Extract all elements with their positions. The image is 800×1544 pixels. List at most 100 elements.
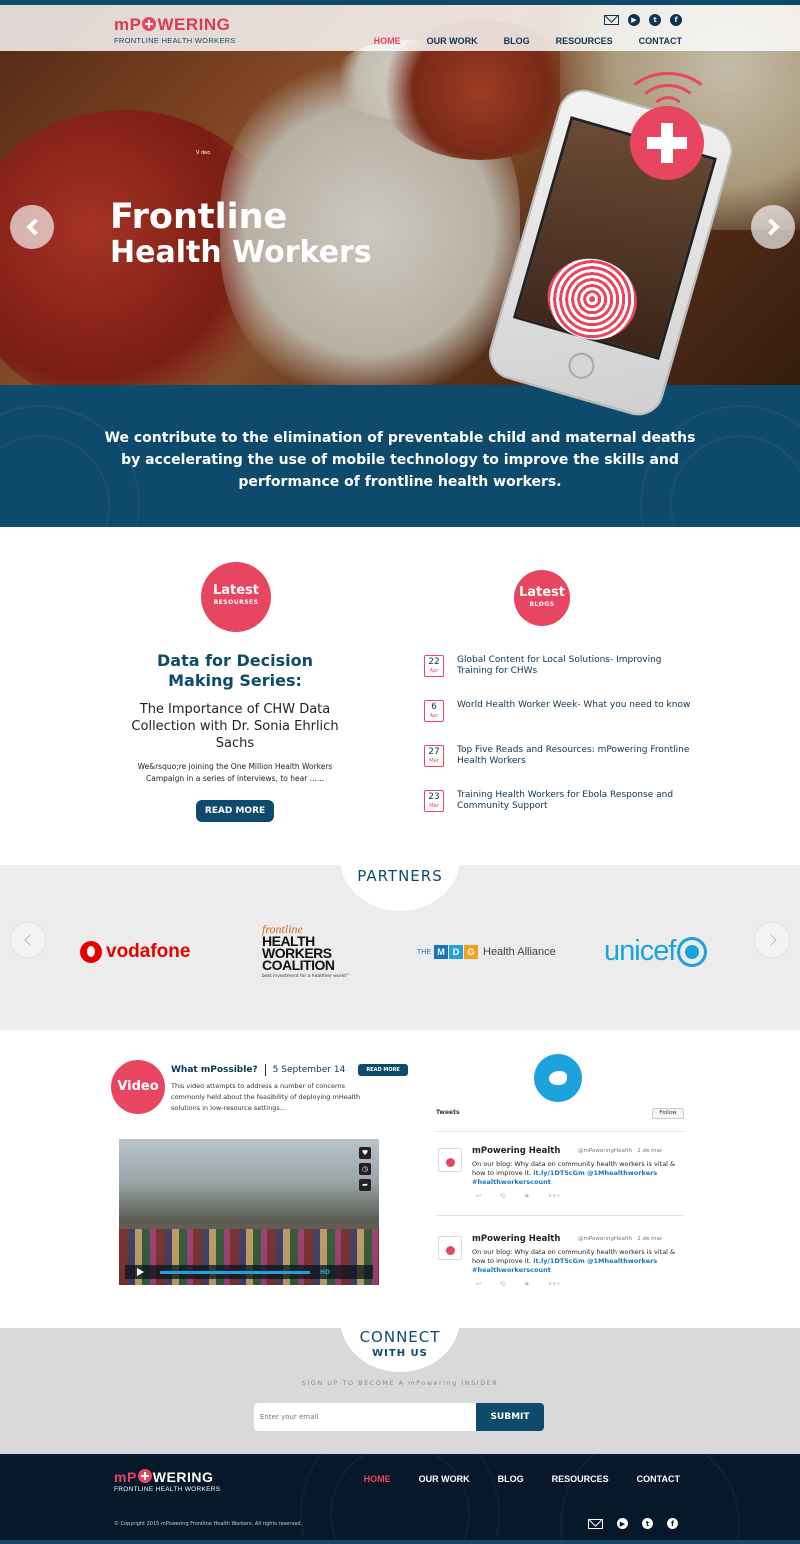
twitter-bird-icon [534, 1054, 582, 1102]
calendar-icon: 6 Apr [424, 700, 445, 723]
retweet-icon[interactable]: ⟲ [500, 1192, 506, 1200]
clock-icon[interactable]: ◷ [359, 1163, 371, 1175]
logo-text: WERING [152, 1469, 214, 1485]
blog-month: Apr [429, 668, 439, 674]
video-progress-bar[interactable] [160, 1270, 310, 1274]
footer-logo[interactable]: mP WERING FRONTLINE HEALTH WORKERS [114, 1469, 220, 1493]
retweet-icon[interactable]: ⟲ [500, 1280, 506, 1288]
health-plus-icon [630, 106, 704, 180]
footer-nav-home[interactable]: HOME [364, 1474, 391, 1484]
partners-section: PARTNERS vodafone frontline HEALTH WORKE… [0, 865, 800, 1030]
favorite-icon[interactable]: ★ [524, 1192, 530, 1200]
avatar[interactable] [438, 1236, 462, 1260]
heart-icon[interactable]: ♥ [359, 1147, 371, 1159]
more-icon[interactable]: ••• [548, 1192, 560, 1200]
resource-title[interactable]: Data for Decision Making Series: [130, 651, 340, 691]
read-more-button[interactable]: READ MORE [196, 800, 274, 822]
footer-nav-blog[interactable]: BLOG [498, 1474, 524, 1484]
resource-subtitle: The Importance of CHW Data Collection wi… [131, 702, 339, 751]
video-title[interactable]: What mPossible? [171, 1065, 258, 1075]
bottom-accent-bar [0, 1540, 800, 1544]
badge-title: Latest [518, 585, 566, 600]
calendar-icon: 27 Mar [424, 745, 445, 768]
video-read-more-button[interactable]: READ MORE [358, 1064, 408, 1076]
reply-icon[interactable]: ↩ [476, 1280, 482, 1288]
mdg-the: THE [417, 948, 431, 956]
chevron-left-icon [23, 934, 36, 946]
badge-title: Latest [212, 583, 260, 598]
submit-button[interactable]: SUBMIT [476, 1403, 544, 1431]
blog-item[interactable]: 6 Apr World Health Worker Week- What you … [424, 700, 694, 745]
email-field[interactable] [254, 1403, 476, 1431]
divider [264, 1064, 266, 1076]
blog-item[interactable]: 27 Mar Top Five Reads and Resources: mPow… [424, 745, 694, 790]
connect-section: CONNECT WITH US SIGN UP TO BECOME A mPow… [0, 1328, 800, 1454]
tweet-author[interactable]: mPowering Health [472, 1234, 560, 1244]
nav-resources[interactable]: RESOURCES [556, 36, 613, 46]
share-icon[interactable]: ➦ [359, 1179, 371, 1191]
avatar[interactable] [438, 1148, 462, 1172]
reply-icon[interactable]: ↩ [476, 1192, 482, 1200]
nav-contact[interactable]: CONTACT [639, 36, 682, 46]
tweet-author[interactable]: mPowering Health [472, 1146, 560, 1156]
blog-day: 22 [428, 657, 440, 667]
hero-title-line2: Health Workers [110, 235, 372, 270]
vodafone-logo[interactable]: vodafone [80, 941, 190, 963]
blog-title[interactable]: Top Five Reads and Resources: mPowering … [457, 745, 697, 767]
hero-caption: V deo [196, 150, 211, 156]
facebook-icon[interactable]: f [670, 14, 682, 26]
nav-home[interactable]: HOME [374, 36, 401, 46]
latest-blogs-badge: Latest BLOGS [514, 570, 570, 626]
blog-day: 6 [431, 702, 437, 712]
hero-title-line1: Frontline [110, 197, 288, 237]
more-icon[interactable]: ••• [548, 1280, 560, 1288]
hd-toggle[interactable]: HD [320, 1269, 330, 1276]
blog-title[interactable]: Training Health Workers for Ebola Respon… [457, 790, 697, 812]
globe-icon [677, 936, 708, 967]
video-description: This video attempts to address a number … [171, 1082, 361, 1112]
tweets-label: Tweets [436, 1109, 460, 1116]
youtube-icon[interactable]: ▶ [617, 1518, 628, 1529]
blog-day: 23 [428, 792, 440, 802]
mail-icon[interactable] [588, 1518, 603, 1529]
divider [436, 1131, 684, 1132]
blog-month: Apr [429, 713, 439, 719]
play-icon[interactable] [137, 1268, 144, 1276]
blog-item[interactable]: 23 Mar Training Health Workers for Ebola … [424, 790, 694, 835]
footer-nav-resources[interactable]: RESOURCES [552, 1474, 609, 1484]
nav-our-work[interactable]: OUR WORK [427, 36, 478, 46]
main-nav: HOME OUR WORK BLOG RESOURCES CONTACT [348, 36, 682, 46]
blog-item[interactable]: 22 Apr Global Content for Local Solutions… [424, 655, 694, 700]
twitter-icon[interactable]: t [649, 14, 661, 26]
calendar-icon: 23 Mar [424, 790, 445, 813]
blog-title[interactable]: Global Content for Local Solutions- Impr… [457, 655, 697, 677]
favorite-icon[interactable]: ★ [524, 1280, 530, 1288]
mdg-health-alliance-logo[interactable]: THE M D G Health Alliance [417, 945, 556, 959]
hwc-logo[interactable]: frontline HEALTH WORKERS COALITION best … [262, 923, 372, 979]
twitter-icon[interactable]: t [642, 1518, 653, 1529]
nav-blog[interactable]: BLOG [504, 36, 530, 46]
follow-button[interactable]: Follow [652, 1108, 684, 1119]
footer-nav-our-work[interactable]: OUR WORK [419, 1474, 470, 1484]
tweet-card: mPowering Health @mPoweringHealth · 2 de… [436, 1144, 684, 1214]
slider-prev-button[interactable] [10, 205, 54, 249]
unicef-logo[interactable]: unicef [604, 935, 708, 968]
logo-text: mP [114, 1469, 137, 1485]
mail-icon[interactable] [604, 15, 619, 25]
youtube-icon[interactable]: ▶ [628, 14, 640, 26]
partners-prev-button[interactable] [10, 922, 46, 958]
footer-social-links: ▶ t f [588, 1518, 678, 1529]
video-player[interactable]: ♥ ◷ ➦ HD [119, 1139, 379, 1285]
logo-text: mP [114, 15, 142, 34]
site-header: mP WERING FRONTLINE HEALTH WORKERS ▶ t f … [0, 5, 800, 51]
partners-heading: PARTNERS [357, 867, 443, 885]
partners-next-button[interactable] [754, 922, 790, 958]
facebook-icon[interactable]: f [667, 1518, 678, 1529]
tweet-card: mPowering Health @mPoweringHealth · 2 de… [436, 1232, 684, 1302]
blog-title[interactable]: World Health Worker Week- What you need … [457, 700, 697, 711]
footer-nav-contact[interactable]: CONTACT [637, 1474, 680, 1484]
decorative-ring [330, 1454, 470, 1544]
unicef-wordmark: unicef [604, 935, 676, 967]
logo-plus-icon [142, 17, 157, 31]
site-logo[interactable]: mP WERING FRONTLINE HEALTH WORKERS [114, 15, 236, 45]
